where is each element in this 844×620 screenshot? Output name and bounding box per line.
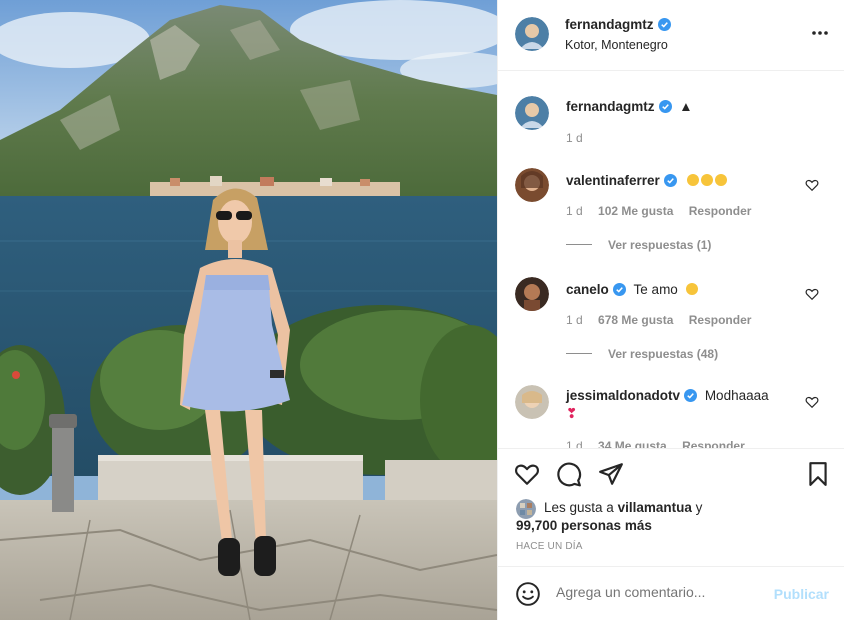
post-details-panel: fernandagmtz Kotor, Montenegro fernandag… bbox=[497, 0, 844, 620]
author-avatar[interactable] bbox=[515, 96, 549, 130]
comment-line: valentinaferrer bbox=[566, 173, 727, 188]
replies-divider bbox=[566, 353, 592, 354]
caption-line: fernandagmtz ▲ bbox=[566, 99, 693, 114]
author-avatar[interactable] bbox=[515, 17, 549, 51]
comment-likes[interactable]: 102 Me gusta bbox=[598, 204, 673, 218]
comment-line: canelo Te amo bbox=[566, 282, 698, 297]
heart-icon[interactable] bbox=[514, 461, 540, 487]
comment-input[interactable] bbox=[556, 584, 756, 600]
likes-others-link[interactable]: 99,700 personas más bbox=[516, 518, 652, 533]
share-icon[interactable] bbox=[598, 461, 624, 487]
commenter-avatar[interactable] bbox=[515, 385, 549, 419]
comment-meta: 1 d 102 Me gusta Responder bbox=[566, 204, 763, 218]
like-comment-icon[interactable] bbox=[805, 395, 819, 409]
verified-badge-icon bbox=[657, 18, 671, 31]
reply-button[interactable]: Responder bbox=[682, 439, 745, 448]
caption-meta: 1 d bbox=[566, 131, 595, 145]
caption-username[interactable]: fernandagmtz bbox=[566, 99, 655, 114]
photo-illustration bbox=[0, 0, 497, 620]
post-header: fernandagmtz Kotor, Montenegro bbox=[498, 0, 844, 71]
comment-likes[interactable]: 34 Me gusta bbox=[598, 439, 667, 448]
comment-text: Te amo bbox=[633, 282, 678, 297]
comment-likes[interactable]: 678 Me gusta bbox=[598, 313, 673, 327]
reply-button[interactable]: Responder bbox=[689, 204, 752, 218]
view-replies-label: Ver respuestas (48) bbox=[608, 347, 719, 361]
comment-meta: 1 d 678 Me gusta Responder bbox=[566, 313, 763, 327]
liker-avatar[interactable] bbox=[516, 499, 536, 519]
reply-button[interactable]: Responder bbox=[689, 313, 752, 327]
bookmark-icon[interactable] bbox=[805, 461, 831, 487]
verified-badge-icon bbox=[684, 389, 698, 402]
likes-summary: Les gusta a villamantua y 99,700 persona… bbox=[516, 499, 702, 535]
likes-joiner: y bbox=[695, 500, 703, 515]
verified-badge-icon bbox=[658, 100, 672, 113]
comment-icon[interactable] bbox=[556, 461, 582, 487]
smiling-emoji-icon bbox=[686, 174, 699, 186]
commenter-avatar[interactable] bbox=[515, 168, 549, 202]
publish-button[interactable]: Publicar bbox=[774, 586, 829, 602]
comment-username[interactable]: jessimaldonadotv bbox=[566, 388, 680, 403]
comment-age[interactable]: 1 d bbox=[566, 439, 583, 448]
comments-list[interactable]: fernandagmtz ▲ 1 d valentinaferrer 1 d 1… bbox=[498, 72, 844, 448]
post-time-ago[interactable]: HACE UN DÍA bbox=[516, 541, 583, 552]
post-location[interactable]: Kotor, Montenegro bbox=[565, 38, 668, 52]
verified-badge-icon bbox=[663, 174, 677, 187]
view-replies-button[interactable]: Ver respuestas (1) bbox=[566, 238, 711, 252]
author-username[interactable]: fernandagmtz bbox=[565, 17, 671, 32]
heart-eyes-emoji-icon bbox=[685, 283, 698, 295]
action-bar: Les gusta a villamantua y 99,700 persona… bbox=[498, 448, 844, 566]
smiling-emoji-icon bbox=[714, 174, 727, 186]
like-comment-icon[interactable] bbox=[805, 178, 819, 192]
comment-text: Modhaaaa bbox=[704, 388, 769, 403]
heart-exclamation-emoji-icon: ❣ bbox=[566, 406, 578, 421]
add-comment-bar: Publicar bbox=[498, 566, 844, 620]
post-photo[interactable] bbox=[0, 0, 497, 620]
view-replies-button[interactable]: Ver respuestas (48) bbox=[566, 347, 718, 361]
liker-username[interactable]: villamantua bbox=[618, 500, 692, 515]
smile-icon[interactable] bbox=[515, 581, 541, 607]
caption-age[interactable]: 1 d bbox=[566, 131, 583, 145]
caption-text: ▲ bbox=[679, 99, 693, 114]
comment-username[interactable]: canelo bbox=[566, 282, 609, 297]
more-options-icon[interactable] bbox=[810, 25, 830, 41]
comment-line: jessimaldonadotv Modhaaaa bbox=[566, 388, 769, 403]
commenter-avatar[interactable] bbox=[515, 277, 549, 311]
verified-badge-icon bbox=[612, 283, 626, 296]
smiling-emoji-icon bbox=[700, 174, 713, 186]
view-replies-label: Ver respuestas (1) bbox=[608, 238, 712, 252]
comment-age[interactable]: 1 d bbox=[566, 313, 583, 327]
comment-username[interactable]: valentinaferrer bbox=[566, 173, 660, 188]
replies-divider bbox=[566, 244, 592, 245]
comment-meta: 1 d 34 Me gusta Responder bbox=[566, 439, 757, 448]
likes-prefix: Les gusta a bbox=[544, 500, 614, 515]
comment-age[interactable]: 1 d bbox=[566, 204, 583, 218]
like-comment-icon[interactable] bbox=[805, 287, 819, 301]
likes-line-1: Les gusta a villamantua y bbox=[544, 499, 702, 517]
